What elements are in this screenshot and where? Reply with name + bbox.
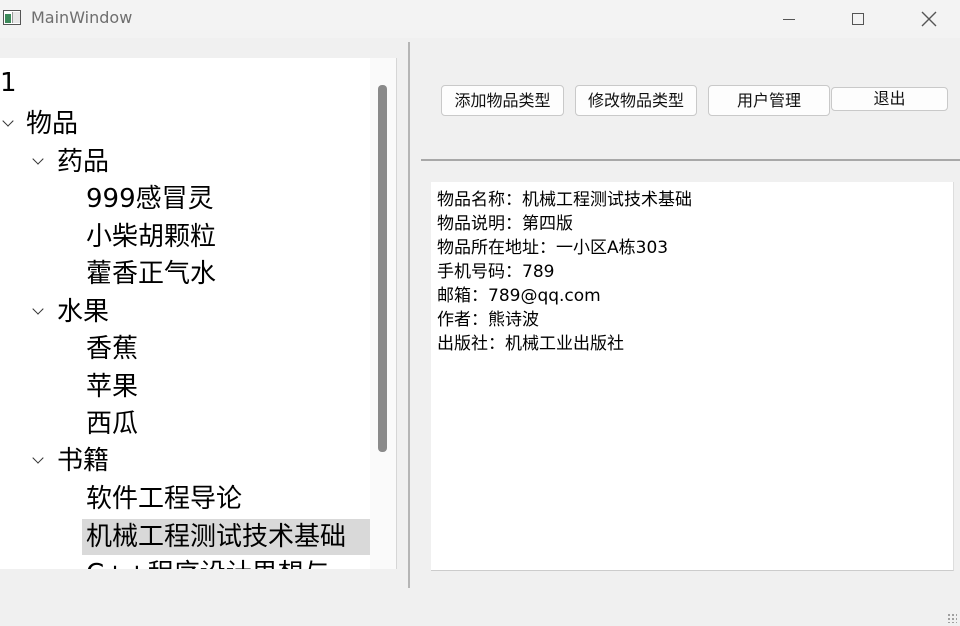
tree-item[interactable]: 机械工程测试技术基础 xyxy=(82,519,370,555)
chevron-down-icon[interactable] xyxy=(30,443,50,479)
detail-line: 物品说明：第四版 xyxy=(437,214,573,234)
tree-item-label: 物品 xyxy=(26,109,79,139)
tree-item[interactable]: 1 xyxy=(0,65,17,101)
tree-item[interactable]: 小柴胡颗粒 xyxy=(86,219,216,255)
tree-item[interactable]: 香蕉 xyxy=(86,331,138,367)
maximize-button[interactable] xyxy=(823,0,893,38)
panel-splitter[interactable] xyxy=(408,42,410,588)
tree-item[interactable]: 药品 xyxy=(57,144,109,180)
minimize-button[interactable] xyxy=(754,0,824,38)
exit-button[interactable]: 退出 xyxy=(831,87,948,111)
minimize-icon xyxy=(783,18,795,20)
tree-item-label: 小柴胡颗粒 xyxy=(86,222,217,252)
item-tree[interactable]: 1 物品药品 999感冒灵 小柴胡颗粒藿香正气水水果香蕉苹果西瓜书籍软件工程导论机械工… xyxy=(0,58,397,569)
horizontal-divider xyxy=(421,159,960,161)
chevron-down-icon[interactable] xyxy=(30,294,50,330)
detail-line: 手机号码：789 xyxy=(437,262,555,282)
tree-item-label: 机械工程测试技术基础 xyxy=(86,522,347,552)
tree-item[interactable]: C++程序设计思想与 xyxy=(86,556,330,569)
tree-item-label: 香蕉 xyxy=(86,334,139,364)
tree-item[interactable]: 书籍 xyxy=(57,443,109,479)
window-title: MainWindow xyxy=(31,8,133,27)
tree-item-label: 西瓜 xyxy=(86,409,139,439)
tree-scrollbar-thumb[interactable] xyxy=(378,85,387,452)
tree-item[interactable]: 水果 xyxy=(57,294,109,330)
edit-item-type-button[interactable]: 修改物品类型 xyxy=(575,85,697,116)
close-icon xyxy=(921,11,937,27)
user-management-button[interactable]: 用户管理 xyxy=(708,85,830,116)
tree-item[interactable]: 999感冒灵 xyxy=(86,181,214,217)
close-button[interactable] xyxy=(894,0,960,38)
chevron-down-icon[interactable] xyxy=(30,144,50,180)
resize-grip-icon[interactable] xyxy=(947,613,957,623)
tree-item[interactable]: 西瓜 xyxy=(86,406,138,442)
tree-item-label: 书籍 xyxy=(57,446,110,476)
tree-item[interactable]: 藿香正气水 xyxy=(86,256,216,292)
tree-item-label: 苹果 xyxy=(86,372,139,402)
detail-line: 作者：熊诗波 xyxy=(437,310,539,330)
maximize-icon xyxy=(852,13,864,25)
tree-item-label: 药品 xyxy=(57,147,110,177)
chevron-down-icon[interactable] xyxy=(0,106,20,142)
item-detail-panel[interactable]: 物品名称：机械工程测试技术基础 物品说明：第四版物品所在地址：一小区A栋303 手机… xyxy=(431,182,954,571)
detail-line: 物品名称：机械工程测试技术基础 xyxy=(437,190,692,210)
title-bar: MainWindow xyxy=(0,0,960,38)
tree-item[interactable]: 软件工程导论 xyxy=(86,481,242,517)
tree-item[interactable]: 苹果 xyxy=(86,369,138,405)
tree-item-label: 水果 xyxy=(57,297,110,327)
detail-line: 出版社：机械工业出版社 xyxy=(437,334,624,354)
tree-item-label: 1 xyxy=(0,68,17,98)
detail-line: 物品所在地址：一小区A栋303 xyxy=(437,238,669,258)
tree-item[interactable]: 物品 xyxy=(26,106,78,142)
app-window-icon xyxy=(3,10,21,25)
tree-item-label: 999感冒灵 xyxy=(86,184,214,214)
detail-line: 邮箱：789@qq.com xyxy=(437,286,601,306)
tree-item-label: C++程序设计思想与 xyxy=(86,559,330,569)
tree-item-label: 软件工程导论 xyxy=(86,484,243,514)
tree-item-label: 藿香正气水 xyxy=(86,259,217,289)
add-item-type-button[interactable]: 添加物品类型 xyxy=(441,85,564,116)
